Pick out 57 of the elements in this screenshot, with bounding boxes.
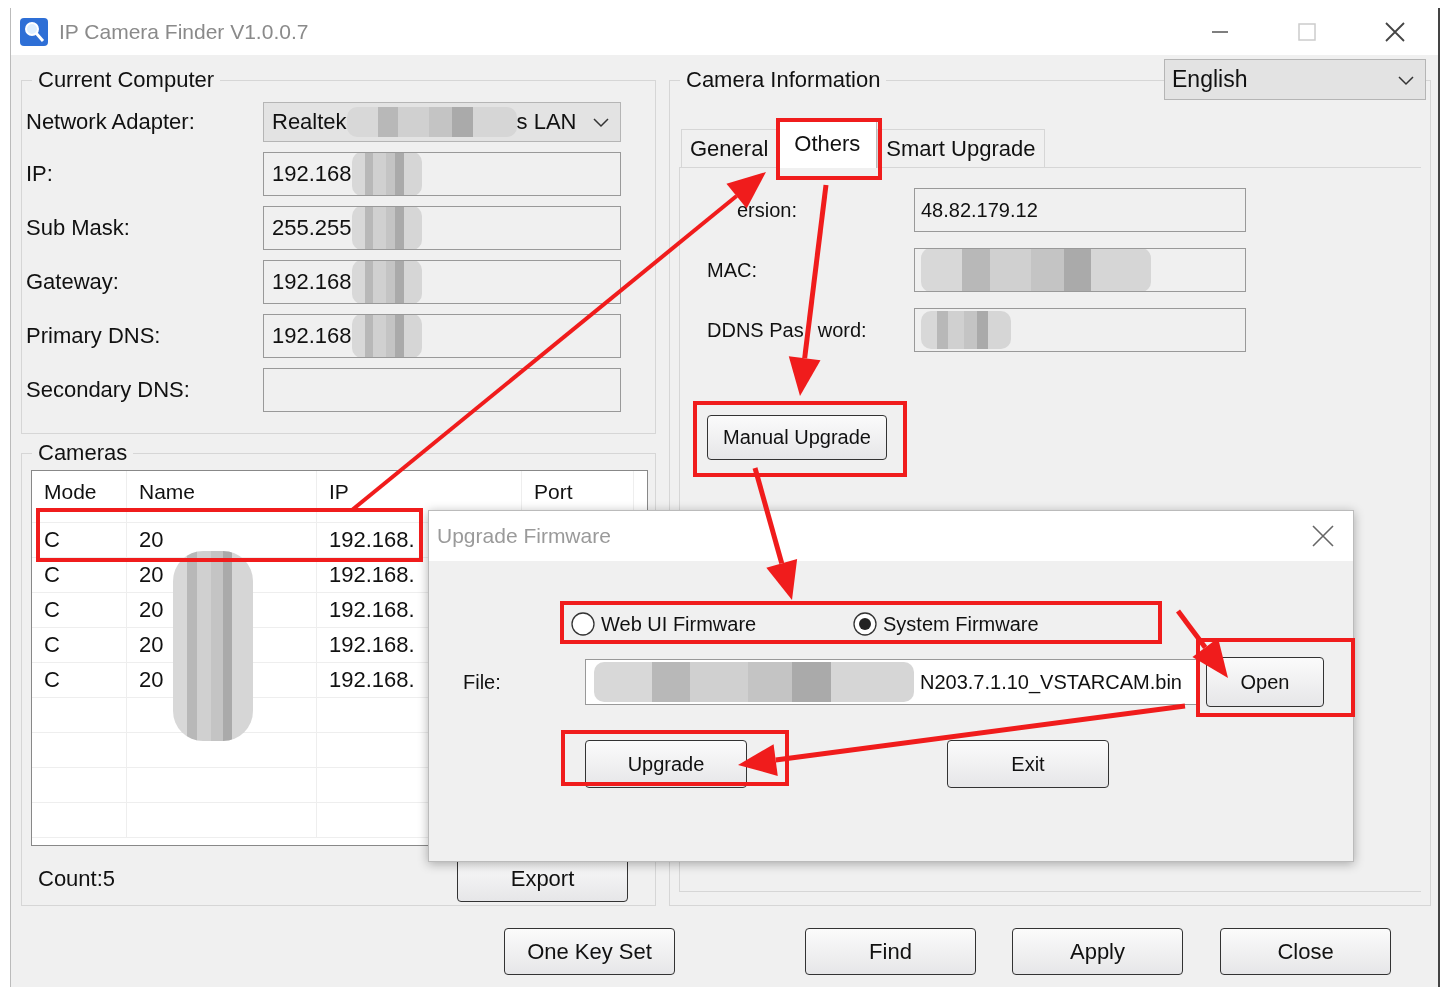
open-button[interactable]: Open	[1206, 657, 1324, 707]
tab[interactable]: General	[681, 129, 778, 167]
tab[interactable]: Smart Upgrade	[877, 129, 1045, 167]
field-label: IP:	[26, 161, 54, 187]
pixelated-redaction	[351, 153, 422, 195]
table-cell: C	[32, 558, 127, 593]
radio-button[interactable]	[571, 612, 595, 636]
field-label: Secondary DNS:	[26, 377, 191, 403]
field-label: word:	[817, 318, 867, 342]
file-path-field[interactable]: N203.7.1.10_VSTARCAM.bin	[585, 659, 1199, 705]
input-field[interactable]: 192.168	[263, 260, 621, 304]
input-field[interactable]	[914, 248, 1246, 292]
action-button[interactable]: One Key Set	[504, 928, 675, 975]
field-label: Primary DNS:	[26, 323, 162, 349]
dropdown-value: English	[1172, 66, 1248, 93]
field-label: DDNS Pas	[707, 318, 804, 342]
field-label: MAC:	[707, 258, 757, 282]
field-label: Sub Mask:	[26, 215, 131, 241]
radio-button[interactable]	[853, 612, 877, 636]
table-cell: C	[32, 628, 127, 663]
field-label: Network Adapter:	[26, 109, 196, 135]
field-label: Gateway:	[26, 269, 120, 295]
table-cell: C	[32, 523, 127, 558]
action-button[interactable]: Close	[1220, 928, 1391, 975]
pixelated-redaction	[351, 207, 422, 249]
group-title: Camera Information	[685, 67, 882, 93]
table-cell: C	[32, 663, 127, 698]
pixelated-redaction	[351, 261, 422, 303]
radio-label: System Firmware	[883, 612, 1039, 636]
language-dropdown[interactable]: English	[1164, 59, 1426, 100]
action-button[interactable]: Apply	[1012, 928, 1183, 975]
group-title: Cameras	[37, 440, 129, 466]
caret-icon	[1397, 73, 1415, 86]
field-label: File:	[463, 670, 502, 694]
group-title: Current Computer	[37, 67, 216, 93]
radio-label: Web UI Firmware	[601, 612, 757, 636]
exit-button[interactable]: Exit	[947, 740, 1109, 788]
input-field[interactable]: 192.168	[263, 152, 621, 196]
column-header[interactable]: Mode	[32, 471, 127, 523]
app-icon	[19, 16, 49, 47]
camera-count: Count:5	[38, 866, 116, 892]
table-cell: C	[32, 593, 127, 628]
input-field[interactable]	[914, 308, 1246, 352]
input-field[interactable]: 48.82.179.12	[914, 188, 1246, 232]
caret-icon	[592, 116, 610, 128]
upgrade-button[interactable]: Upgrade	[585, 740, 747, 788]
close-icon[interactable]	[1311, 524, 1335, 548]
input-field[interactable]	[263, 368, 621, 412]
input-field[interactable]: 255.255	[263, 206, 621, 250]
field-label: ersion:	[737, 198, 798, 222]
pixelated-redaction	[351, 315, 422, 357]
manual-upgrade-button[interactable]: Manual Upgrade	[707, 415, 887, 460]
window-title: IP Camera Finder V1.0.0.7	[59, 19, 309, 44]
column-header[interactable]: Name	[127, 471, 317, 523]
adapter-dropdown[interactable]: Realtek s LAN	[263, 102, 621, 142]
action-button[interactable]: Find	[805, 928, 976, 975]
input-field[interactable]: 192.168	[263, 314, 621, 358]
